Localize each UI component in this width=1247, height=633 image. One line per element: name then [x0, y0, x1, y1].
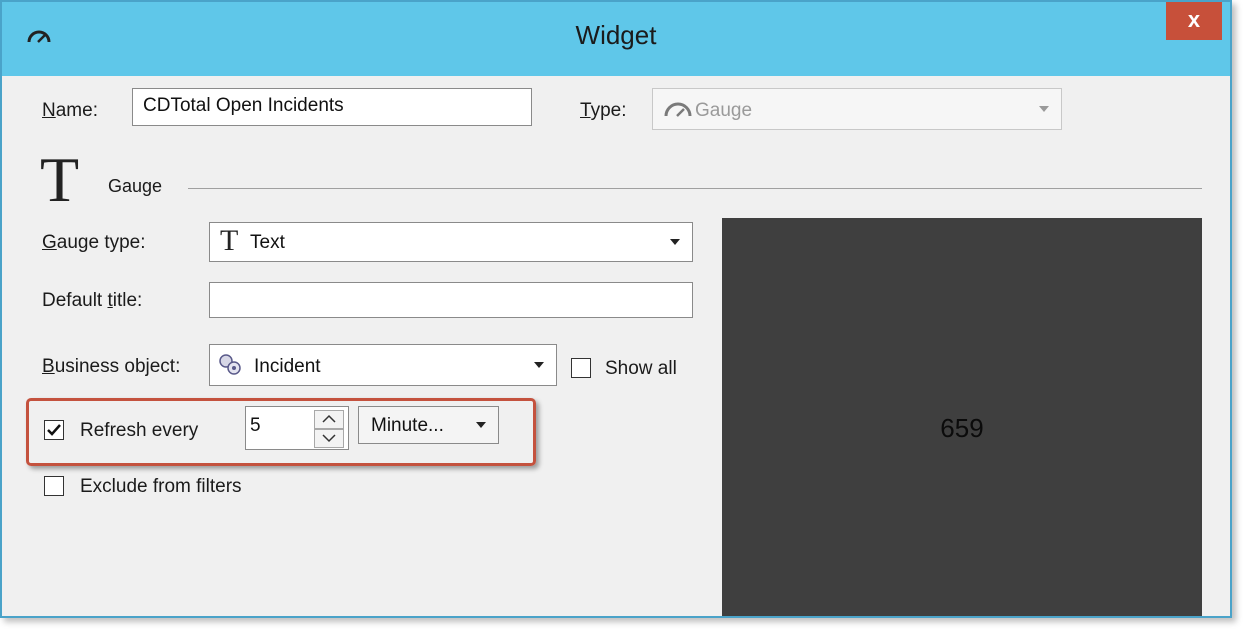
show-all-label: Show all: [605, 358, 677, 379]
chevron-down-icon: [670, 239, 680, 245]
window-title: Widget: [575, 20, 657, 50]
checkmark-icon: [47, 424, 61, 436]
business-object-value: Incident: [254, 356, 321, 377]
chevron-down-icon: [1039, 106, 1049, 112]
gauge-preview: 659: [722, 218, 1202, 616]
exclude-filters-checkbox[interactable]: [44, 476, 64, 496]
gauge-type-value: Text: [250, 232, 285, 253]
section-title: Gauge: [108, 176, 163, 196]
name-label: Name:: [42, 100, 98, 121]
spin-up-button[interactable]: [314, 410, 344, 429]
chevron-down-icon: [534, 362, 544, 368]
chevron-down-icon: [476, 422, 486, 428]
text-gauge-icon: T: [220, 224, 239, 257]
refresh-unit-value: Minute...: [371, 415, 444, 436]
close-icon: x: [1187, 7, 1201, 32]
text-gauge-icon: T: [40, 144, 80, 215]
section-divider: [188, 188, 1202, 189]
gauge-preview-value: 659: [940, 413, 984, 443]
gauge-icon: [664, 102, 692, 117]
refresh-unit-select[interactable]: Minute...: [358, 406, 499, 444]
close-button[interactable]: x: [1166, 2, 1222, 40]
gauge-type-label: Gauge type:: [42, 232, 146, 253]
refresh-label: Refresh every: [80, 420, 199, 441]
refresh-checkbox[interactable]: [44, 420, 64, 440]
spin-down-icon: [322, 434, 336, 443]
type-label: Type:: [580, 100, 627, 121]
spin-up-icon: [322, 414, 336, 423]
refresh-interval-spinner[interactable]: 5: [245, 406, 349, 450]
business-object-icon: [219, 354, 241, 375]
show-all-checkbox[interactable]: [571, 358, 591, 378]
spin-down-button[interactable]: [314, 429, 344, 448]
title-bar[interactable]: Widget x: [2, 2, 1230, 76]
name-input[interactable]: CDTotal Open Incidents: [132, 88, 532, 126]
default-title-input[interactable]: [209, 282, 693, 318]
business-object-select[interactable]: Incident: [209, 344, 557, 386]
widget-dialog: Widget x Name: CDTotal Open Incidents Ty…: [0, 0, 1232, 618]
default-title-label: Default title:: [42, 290, 143, 311]
gauge-type-select[interactable]: T Text: [209, 222, 693, 262]
exclude-filters-label: Exclude from filters: [80, 476, 242, 497]
type-select[interactable]: Gauge: [652, 88, 1062, 130]
refresh-interval-value: 5: [250, 415, 261, 436]
type-select-value: Gauge: [695, 100, 753, 121]
business-object-label: Business object:: [42, 356, 181, 377]
